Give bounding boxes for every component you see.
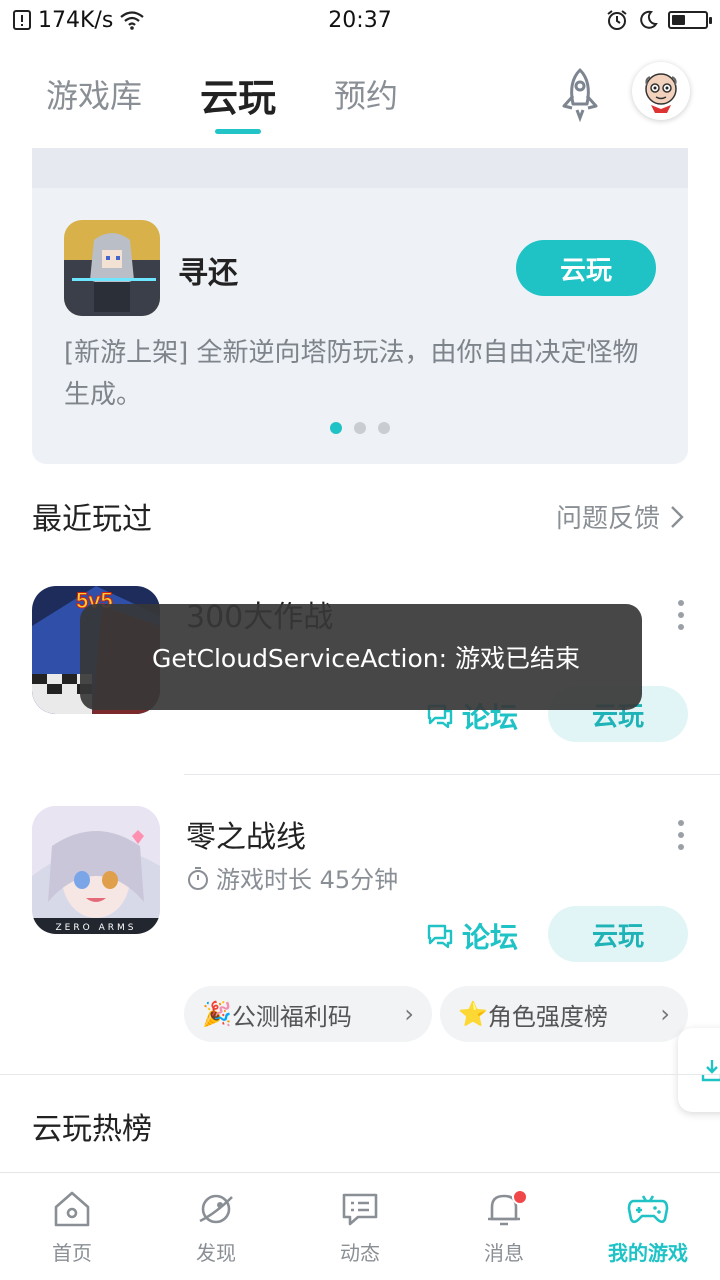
chip-label: 公测福利码 bbox=[231, 1002, 352, 1031]
welfare-code-chip[interactable]: 🎉 公测福利码 › bbox=[184, 986, 432, 1042]
chat-icon bbox=[342, 1193, 378, 1226]
section-divider bbox=[0, 1074, 720, 1075]
chip-label: 角色强度榜 bbox=[487, 1002, 608, 1031]
chevron-right-icon: › bbox=[404, 1000, 414, 1028]
nav-label: 动态 bbox=[340, 1241, 380, 1265]
nav-label: 消息 bbox=[484, 1241, 524, 1265]
nav-feed[interactable]: 动态 bbox=[288, 1173, 432, 1280]
more-options-icon[interactable] bbox=[674, 820, 688, 850]
nav-label: 首页 bbox=[52, 1241, 92, 1265]
party-popper-icon: 🎉 bbox=[202, 1000, 232, 1028]
carousel-dot[interactable] bbox=[354, 422, 366, 434]
feedback-label: 问题反馈 bbox=[555, 504, 660, 534]
rocket-icon[interactable] bbox=[554, 66, 606, 122]
game-zero-logo-text: ZERO ARMS bbox=[56, 923, 137, 933]
status-bar: 174K/s 20:37 bbox=[0, 0, 720, 40]
cloud-play-button[interactable]: 云玩 bbox=[548, 906, 688, 962]
forum-button[interactable]: 论坛 bbox=[426, 916, 518, 956]
game-name: 零之战线 bbox=[186, 820, 306, 855]
playtime-label: 游戏时长 45分钟 bbox=[216, 866, 399, 894]
top-tab-bar: 游戏库 云玩 预约 bbox=[0, 40, 720, 148]
planet-icon bbox=[199, 1194, 233, 1224]
bottom-nav-bar: 首页 发现 动态 消息 我的游戏 bbox=[0, 1172, 720, 1280]
battery-icon bbox=[668, 11, 712, 29]
pixel-character-icon bbox=[64, 220, 160, 316]
hot-section-title: 云玩热榜 bbox=[32, 1112, 152, 1147]
featured-cloud-play-button[interactable]: 云玩 bbox=[516, 240, 656, 296]
more-options-icon[interactable] bbox=[674, 600, 688, 630]
tab-reservation[interactable]: 预约 bbox=[334, 44, 398, 144]
user-avatar[interactable] bbox=[632, 62, 690, 120]
carousel-dot[interactable] bbox=[378, 422, 390, 434]
wifi-icon bbox=[120, 11, 144, 30]
tab-cloud-play[interactable]: 云玩 bbox=[200, 44, 276, 144]
floating-download-tab[interactable] bbox=[678, 1028, 720, 1112]
notification-icon bbox=[13, 10, 31, 30]
recent-section-title: 最近玩过 bbox=[32, 502, 152, 537]
character-ranking-chip[interactable]: ⭐ 角色强度榜 › bbox=[440, 986, 688, 1042]
game-icon-zero-front[interactable]: ZERO ARMS bbox=[32, 806, 160, 934]
nav-label: 发现 bbox=[196, 1241, 236, 1265]
chevron-right-icon bbox=[671, 505, 684, 528]
row-divider bbox=[184, 774, 720, 775]
nav-messages[interactable]: 消息 bbox=[432, 1173, 576, 1280]
gamepad-icon bbox=[627, 1195, 669, 1224]
featured-game-icon bbox=[64, 220, 160, 316]
chevron-right-icon: › bbox=[660, 1000, 670, 1028]
game-zero-art-icon: ZERO ARMS bbox=[32, 806, 160, 934]
download-icon bbox=[701, 1060, 720, 1082]
nav-home[interactable]: 首页 bbox=[0, 1173, 144, 1280]
carousel-dot[interactable] bbox=[330, 422, 342, 434]
avatar-face-icon bbox=[645, 73, 677, 113]
toast-message: GetCloudServiceAction: 游戏已结束 bbox=[80, 604, 642, 710]
banner-header-strip bbox=[32, 148, 688, 188]
featured-game-title: 寻还 bbox=[178, 256, 238, 291]
carousel-dots[interactable] bbox=[330, 422, 390, 434]
alarm-icon bbox=[607, 10, 627, 30]
tab-game-library[interactable]: 游戏库 bbox=[46, 44, 142, 144]
feedback-link[interactable]: 问题反馈 bbox=[556, 498, 684, 535]
forum-icon bbox=[427, 924, 453, 949]
forum-label: 论坛 bbox=[462, 921, 519, 954]
star-icon: ⭐ bbox=[458, 1000, 488, 1028]
home-icon bbox=[54, 1191, 90, 1227]
unread-badge bbox=[512, 1189, 528, 1205]
featured-game-description: [新游上架] 全新逆向塔防玩法，由你自由决定怪物生成。 bbox=[64, 338, 639, 410]
timer-icon bbox=[188, 866, 208, 890]
status-left: 174K/s bbox=[12, 8, 272, 33]
nav-my-games[interactable]: 我的游戏 bbox=[576, 1173, 720, 1280]
moon-icon bbox=[640, 10, 658, 29]
featured-game-card[interactable]: 寻还 云玩 [新游上架] 全新逆向塔防玩法，由你自由决定怪物生成。 bbox=[32, 188, 688, 464]
nav-label: 我的游戏 bbox=[608, 1241, 688, 1265]
network-speed: 174K/s bbox=[38, 7, 114, 33]
game-playtime: 游戏时长 45分钟 bbox=[186, 860, 398, 895]
nav-discover[interactable]: 发现 bbox=[144, 1173, 288, 1280]
battery-fill bbox=[672, 15, 685, 25]
status-right bbox=[606, 9, 712, 31]
